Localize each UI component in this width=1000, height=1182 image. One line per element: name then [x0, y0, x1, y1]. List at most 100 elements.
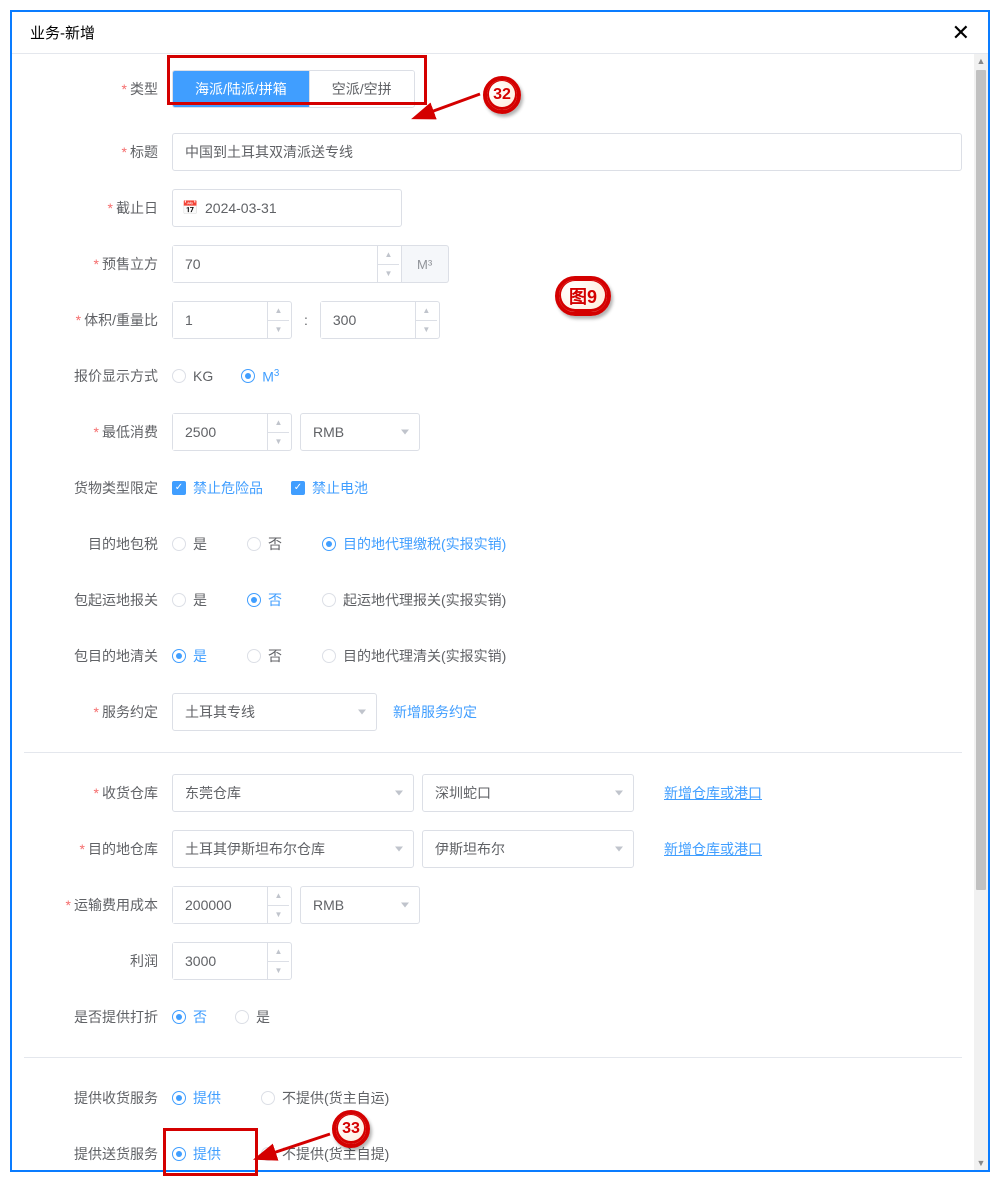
label-pickup: 提供收货服务 — [24, 1088, 172, 1108]
radio-m3[interactable]: M3 — [241, 368, 279, 385]
presale-cbm-input[interactable]: ▲▼ — [172, 245, 402, 283]
dest-warehouse-select[interactable]: 土耳其伊斯坦布尔仓库 — [172, 830, 414, 868]
radio-pickup-yes[interactable]: 提供 — [172, 1088, 221, 1108]
radio-dest-customs-no[interactable]: 否 — [247, 646, 282, 666]
label-presale-cbm: *预售立方 — [24, 254, 172, 274]
dest-customs-radio-group: 是 否 目的地代理清关(实报实销) — [172, 637, 506, 675]
scrollbar-down-arrow-icon[interactable]: ▼ — [974, 1156, 988, 1170]
label-provide-discount: 是否提供打折 — [24, 1007, 172, 1027]
spinner[interactable]: ▲▼ — [267, 302, 289, 338]
spinner-down-icon[interactable]: ▼ — [268, 433, 289, 451]
transport-cost-input[interactable]: ▲▼ — [172, 886, 292, 924]
presale-cbm-field[interactable] — [173, 246, 377, 282]
service-agreement-select[interactable]: 土耳其专线 — [172, 693, 377, 731]
radio-dest-tax-no[interactable]: 否 — [247, 534, 282, 554]
spinner-down-icon[interactable]: ▼ — [268, 321, 289, 339]
label-transport-cost: *运输费用成本 — [24, 895, 172, 915]
dest-port-select[interactable]: 伊斯坦布尔 — [422, 830, 634, 868]
spinner-down-icon[interactable]: ▼ — [378, 265, 399, 283]
spinner-down-icon[interactable]: ▼ — [416, 321, 437, 339]
label-receive-warehouse: *收货仓库 — [24, 783, 172, 803]
pickup-radio-group: 提供 不提供(货主自运) — [172, 1079, 389, 1117]
label-vol-weight: *体积/重量比 — [24, 310, 172, 330]
transport-cost-currency-select[interactable]: RMB — [300, 886, 420, 924]
radio-discount-no[interactable]: 否 — [172, 1007, 207, 1027]
scrollbar-up-arrow-icon[interactable]: ▲ — [974, 54, 988, 68]
ratio-a-field[interactable] — [173, 302, 267, 338]
transport-cost-field[interactable] — [173, 887, 267, 923]
spinner[interactable]: ▲▼ — [415, 302, 437, 338]
radio-dest-tax-agent[interactable]: 目的地代理缴税(实报实销) — [322, 534, 506, 554]
spinner[interactable]: ▲▼ — [267, 943, 289, 979]
label-deadline: *截止日 — [24, 198, 172, 218]
spinner[interactable]: ▲▼ — [267, 414, 289, 450]
radio-origin-customs-yes[interactable]: 是 — [172, 590, 207, 610]
vertical-scrollbar[interactable]: ▲ ▼ — [974, 54, 988, 1170]
spinner-up-icon[interactable]: ▲ — [268, 414, 289, 433]
label-origin-customs: 包起运地报关 — [24, 590, 172, 610]
origin-customs-radio-group: 是 否 起运地代理报关(实报实销) — [172, 581, 506, 619]
deadline-date-picker[interactable]: 📅 — [172, 189, 402, 227]
ratio-colon: : — [292, 312, 320, 328]
calendar-icon: 📅 — [182, 200, 198, 216]
radio-delivery-no[interactable]: 不提供(货主自提) — [261, 1144, 389, 1164]
checkbox-no-battery[interactable]: ✓禁止电池 — [291, 478, 368, 498]
min-charge-currency-select[interactable]: RMB — [300, 413, 420, 451]
spinner-down-icon[interactable]: ▼ — [268, 962, 289, 980]
ratio-a-input[interactable]: ▲▼ — [172, 301, 292, 339]
ratio-b-field[interactable] — [321, 302, 415, 338]
spinner-up-icon[interactable]: ▲ — [268, 887, 289, 906]
title-input[interactable] — [172, 133, 962, 171]
quote-mode-radio-group: KG M3 — [172, 357, 279, 395]
add-warehouse-link[interactable]: 新增仓库或港口 — [664, 783, 762, 803]
receive-port-select[interactable]: 深圳蛇口 — [422, 774, 634, 812]
profit-input[interactable]: ▲▼ — [172, 942, 292, 980]
radio-dest-customs-yes[interactable]: 是 — [172, 646, 207, 666]
label-title: *标题 — [24, 142, 172, 162]
receive-warehouse-select[interactable]: 东莞仓库 — [172, 774, 414, 812]
dialog-window: 业务-新增 ✕ *类型 海派/陆派/拼箱 空派/空拼 *标题 *截止日 — [10, 10, 990, 1172]
radio-pickup-no[interactable]: 不提供(货主自运) — [261, 1088, 389, 1108]
deadline-input[interactable] — [172, 189, 402, 227]
content-area: *类型 海派/陆派/拼箱 空派/空拼 *标题 *截止日 📅 — [12, 54, 974, 1170]
title-bar: 业务-新增 ✕ — [12, 12, 988, 54]
spinner-up-icon[interactable]: ▲ — [416, 302, 437, 321]
min-charge-field[interactable] — [173, 414, 267, 450]
tab-air[interactable]: 空派/空拼 — [309, 71, 414, 107]
checkbox-no-dangerous[interactable]: ✓禁止危险品 — [172, 478, 263, 498]
dest-tax-radio-group: 是 否 目的地代理缴税(实报实销) — [172, 525, 506, 563]
spinner-up-icon[interactable]: ▲ — [268, 302, 289, 321]
radio-dest-customs-agent[interactable]: 目的地代理清关(实报实销) — [322, 646, 506, 666]
spinner[interactable]: ▲▼ — [267, 887, 289, 923]
radio-dest-tax-yes[interactable]: 是 — [172, 534, 207, 554]
label-dest-tax: 目的地包税 — [24, 534, 172, 554]
discount-radio-group: 否 是 — [172, 998, 270, 1036]
min-charge-input[interactable]: ▲▼ — [172, 413, 292, 451]
label-min-charge: *最低消费 — [24, 422, 172, 442]
label-type: *类型 — [24, 79, 172, 99]
add-service-agreement-link[interactable]: 新增服务约定 — [393, 702, 477, 722]
spinner-up-icon[interactable]: ▲ — [268, 943, 289, 962]
spinner-down-icon[interactable]: ▼ — [268, 906, 289, 924]
radio-kg[interactable]: KG — [172, 368, 213, 384]
radio-origin-customs-agent[interactable]: 起运地代理报关(实报实销) — [322, 590, 506, 610]
add-dest-warehouse-link[interactable]: 新增仓库或港口 — [664, 839, 762, 859]
radio-delivery-yes[interactable]: 提供 — [172, 1144, 221, 1164]
label-dest-customs: 包目的地清关 — [24, 646, 172, 666]
delivery-radio-group: 提供 不提供(货主自提) — [172, 1135, 389, 1170]
cargo-restriction-checkboxes: ✓禁止危险品 ✓禁止电池 — [172, 469, 368, 507]
label-delivery: 提供送货服务 — [24, 1144, 172, 1164]
spinner[interactable]: ▲▼ — [377, 246, 399, 282]
spinner-up-icon[interactable]: ▲ — [378, 246, 399, 265]
label-service-agreement: *服务约定 — [24, 702, 172, 722]
tab-sea-land[interactable]: 海派/陆派/拼箱 — [173, 71, 309, 107]
unit-m3: M³ — [401, 245, 449, 283]
label-cargo-restriction: 货物类型限定 — [24, 478, 172, 498]
close-icon[interactable]: ✕ — [952, 22, 970, 44]
scrollbar-thumb[interactable] — [976, 70, 986, 890]
label-quote-mode: 报价显示方式 — [24, 366, 172, 386]
ratio-b-input[interactable]: ▲▼ — [320, 301, 440, 339]
profit-field[interactable] — [173, 943, 267, 979]
radio-origin-customs-no[interactable]: 否 — [247, 590, 282, 610]
radio-discount-yes[interactable]: 是 — [235, 1007, 270, 1027]
